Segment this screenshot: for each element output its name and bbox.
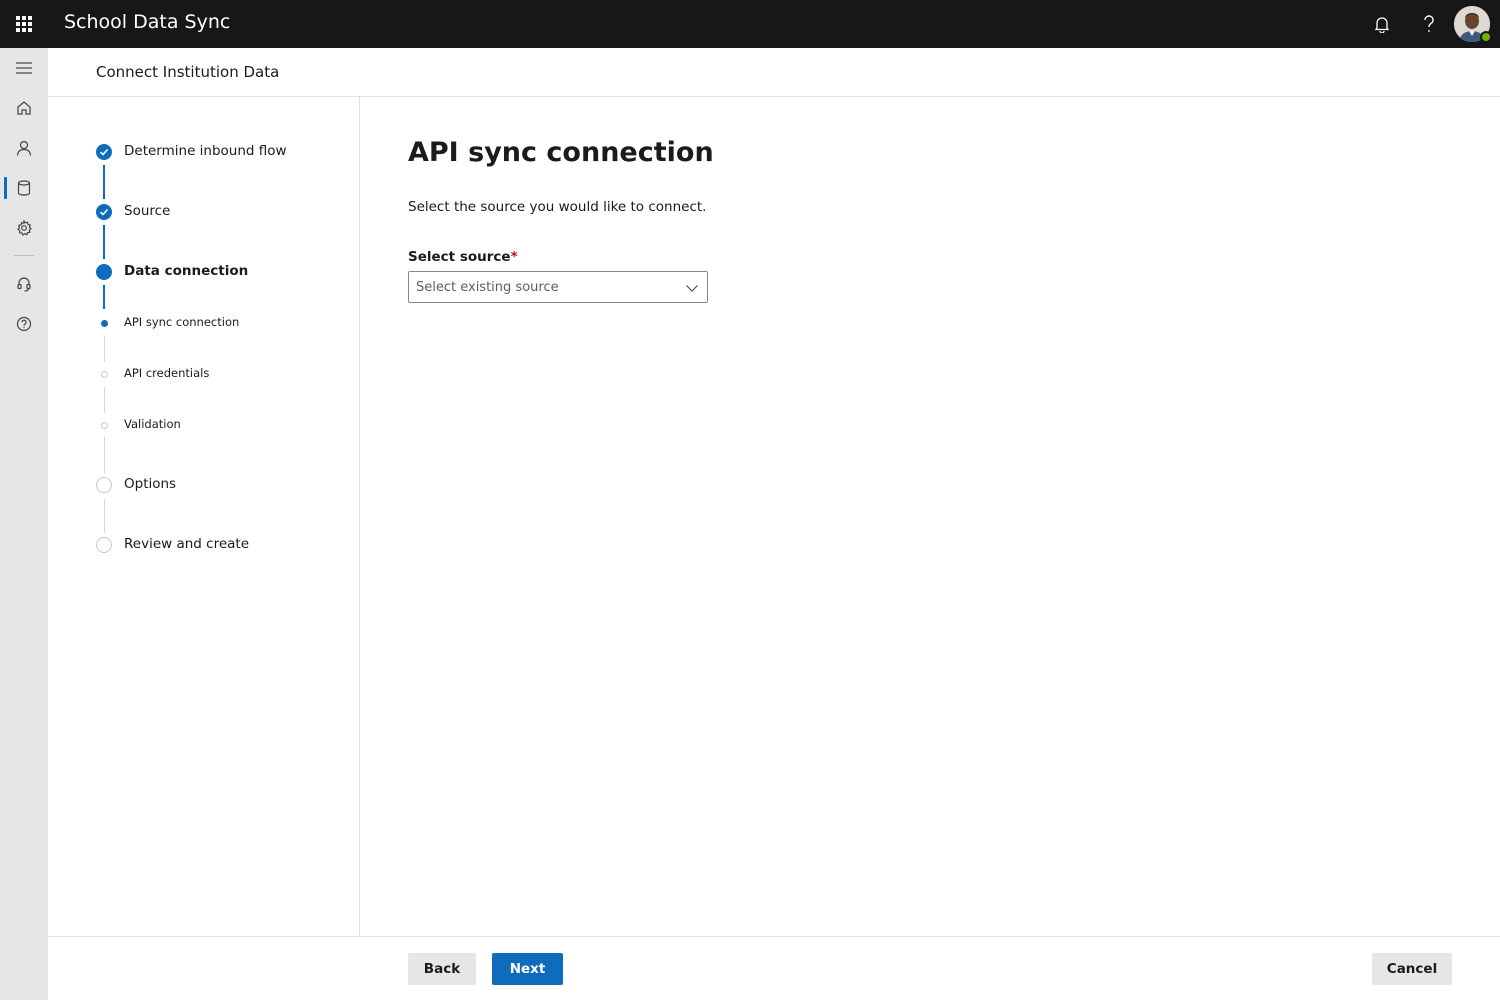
substep-current-indicator <box>100 319 108 327</box>
content-heading: API sync connection <box>408 137 714 168</box>
rail-divider <box>14 255 34 256</box>
step-options[interactable]: Options <box>124 476 176 492</box>
step-current-indicator <box>96 264 112 280</box>
person-icon[interactable] <box>0 128 48 168</box>
step-pending-indicator <box>96 477 112 493</box>
substep-pending-indicator <box>100 370 108 378</box>
step-review-and-create[interactable]: Review and create <box>124 536 249 552</box>
page-header: Connect Institution Data <box>48 48 1500 97</box>
required-asterisk: * <box>510 249 518 265</box>
step-connector <box>103 336 105 362</box>
database-icon[interactable] <box>0 168 48 208</box>
wizard-footer: Back Next Cancel <box>48 936 1500 1000</box>
step-complete-check-icon <box>96 204 112 220</box>
back-button[interactable]: Back <box>408 953 476 985</box>
step-complete-check-icon <box>96 144 112 160</box>
step-connector <box>103 165 105 199</box>
left-nav-rail <box>0 48 48 1000</box>
dropdown-placeholder: Select existing source <box>416 280 559 295</box>
app-title: School Data Sync <box>64 11 231 33</box>
step-connector <box>103 285 105 309</box>
chevron-down-icon <box>686 285 698 292</box>
step-connector <box>103 225 105 259</box>
settings-icon[interactable] <box>0 208 48 248</box>
substep-api-credentials[interactable]: API credentials <box>124 366 209 380</box>
substep-validation[interactable]: Validation <box>124 417 181 431</box>
step-connector <box>103 499 105 533</box>
step-data-connection[interactable]: Data connection <box>124 263 248 279</box>
headset-icon[interactable] <box>0 264 48 304</box>
step-connector <box>103 437 105 473</box>
waffle-icon[interactable] <box>0 0 48 48</box>
step-pending-indicator <box>96 537 112 553</box>
presence-status-icon <box>1480 31 1492 43</box>
substep-api-sync-connection[interactable]: API sync connection <box>124 315 239 329</box>
wizard-steps-panel: Determine inbound flow Source Data conne… <box>48 97 360 937</box>
step-determine-inbound-flow[interactable]: Determine inbound flow <box>124 143 287 159</box>
select-source-label-text: Select source <box>408 249 511 265</box>
step-source[interactable]: Source <box>124 203 170 219</box>
content-description: Select the source you would like to conn… <box>408 199 707 215</box>
select-source-dropdown[interactable]: Select existing source <box>408 271 708 303</box>
next-button[interactable]: Next <box>492 953 563 985</box>
top-bar: School Data Sync <box>0 0 1500 48</box>
help-icon[interactable] <box>1413 8 1445 40</box>
step-connector <box>103 387 105 413</box>
select-source-label: Select source* <box>408 249 518 265</box>
hamburger-icon[interactable] <box>0 48 48 88</box>
home-icon[interactable] <box>0 88 48 128</box>
main-content: API sync connection Select the source yo… <box>360 97 1500 937</box>
substep-pending-indicator <box>100 421 108 429</box>
page-title: Connect Institution Data <box>96 63 280 81</box>
help-circle-icon[interactable] <box>0 304 48 344</box>
bell-icon[interactable] <box>1366 8 1398 40</box>
cancel-button[interactable]: Cancel <box>1372 953 1452 985</box>
